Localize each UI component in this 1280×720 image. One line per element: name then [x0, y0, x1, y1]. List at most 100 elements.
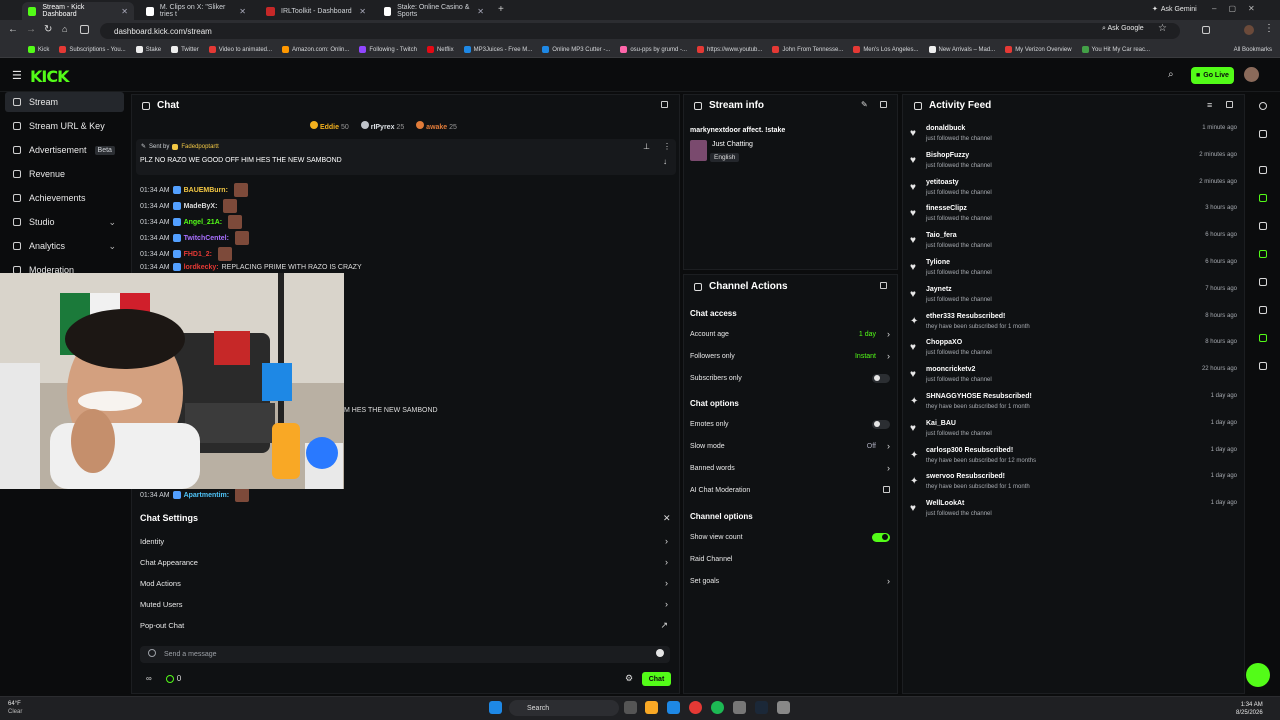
- chat-username[interactable]: Angel_21A:: [184, 219, 223, 226]
- chat-username[interactable]: FHD1_2:: [184, 251, 212, 258]
- info-icon[interactable]: [1256, 99, 1270, 113]
- raid-channel-row[interactable]: Raid Channel: [690, 552, 894, 566]
- ask-gemini-button[interactable]: ✦ Ask Gemini: [1152, 5, 1197, 14]
- banned-words-row[interactable]: Banned words ›: [690, 461, 894, 475]
- chat-send-button[interactable]: Chat: [642, 672, 671, 686]
- new-tab-button[interactable]: +: [498, 4, 504, 15]
- bookmark-item[interactable]: MP3Juices - Free M...: [463, 46, 532, 53]
- chat-setting-identity[interactable]: Identity ›: [140, 534, 670, 548]
- kick-logo[interactable]: KICK: [30, 67, 69, 86]
- chat-setting-muted-users[interactable]: Muted Users ›: [140, 597, 670, 611]
- bookmark-item[interactable]: Following - Twitch: [359, 46, 417, 53]
- sidebar-item-studio[interactable]: Studio ⌄: [5, 212, 124, 232]
- bookmark-item[interactable]: Amazon.com: Onlin...: [282, 46, 349, 53]
- sidebar-item-revenue[interactable]: Revenue: [5, 164, 124, 184]
- windows-start-icon[interactable]: [489, 701, 502, 714]
- show-view-count-toggle[interactable]: [872, 532, 890, 542]
- close-icon[interactable]: ✕: [663, 513, 671, 524]
- edit-icon[interactable]: [1256, 127, 1270, 141]
- bookmark-item[interactable]: You Hit My Car reac...: [1081, 46, 1150, 53]
- bookmark-item[interactable]: Video to animated...: [208, 46, 272, 53]
- reload-icon[interactable]: ↻: [44, 24, 52, 35]
- chrome-icon[interactable]: [689, 701, 702, 714]
- sidebar-item-stream-url-key[interactable]: Stream URL & Key: [5, 116, 124, 136]
- sidebar-item-advertisement[interactable]: Advertisement Beta: [5, 140, 124, 160]
- popout-icon[interactable]: [661, 101, 668, 108]
- bookmark-item[interactable]: Online MP3 Cutter -...: [542, 46, 610, 53]
- edge-icon[interactable]: [667, 701, 680, 714]
- activity-name[interactable]: ether333 Resubscribed!: [926, 313, 1005, 320]
- account-age-row[interactable]: Account age 1 day ›: [690, 327, 894, 341]
- unpin-icon[interactable]: ⊥: [643, 142, 650, 151]
- sidebar-item-stream[interactable]: Stream: [5, 92, 124, 112]
- taskbar-search[interactable]: Search: [509, 700, 619, 716]
- activity-name[interactable]: Tylione: [926, 259, 950, 266]
- bolt-icon[interactable]: [1256, 191, 1270, 205]
- home-icon[interactable]: ⌂: [62, 24, 67, 34]
- window-icon[interactable]: [1256, 303, 1270, 317]
- activity-name[interactable]: carlosp300 Resubscribed!: [926, 447, 1013, 454]
- task-view-icon[interactable]: [624, 701, 637, 714]
- ai-chat-moderation-row[interactable]: AI Chat Moderation: [690, 483, 894, 497]
- ask-google-button[interactable]: ⌕ Ask Google: [1102, 25, 1144, 33]
- chat-setting-pop-out-chat[interactable]: Pop-out Chat ↗: [140, 618, 670, 632]
- chat-message-input[interactable]: Send a message: [140, 646, 670, 663]
- chat-username[interactable]: Apartmentim:: [184, 492, 230, 499]
- chat-username[interactable]: BAUEMBurn:: [184, 187, 228, 194]
- search-icon[interactable]: ⌕: [1168, 69, 1174, 80]
- wrench-icon[interactable]: [1256, 331, 1270, 345]
- bookmark-item[interactable]: New Arrivals – Mad...: [928, 46, 995, 53]
- set-goals-row[interactable]: Set goals ›: [690, 574, 894, 588]
- bookmark-item[interactable]: osu-pps by grumd -...: [620, 46, 687, 53]
- tab-irltoolkit[interactable]: IRLToolkit - Dashboard ✕: [260, 2, 372, 20]
- activity-name[interactable]: ChoppaXO: [926, 339, 962, 346]
- url-field[interactable]: dashboard.kick.com/stream: [100, 23, 1180, 39]
- settings-app-icon[interactable]: [777, 701, 790, 714]
- app-icon[interactable]: [733, 701, 746, 714]
- list-icon[interactable]: [1256, 219, 1270, 233]
- hamburger-menu-icon[interactable]: ☰: [12, 69, 22, 82]
- activity-name[interactable]: yetitoasty: [926, 179, 959, 186]
- chat-setting-mod-actions[interactable]: Mod Actions ›: [140, 576, 670, 590]
- bookmark-item[interactable]: Netflix: [426, 46, 454, 53]
- profile-avatar-icon[interactable]: [1244, 25, 1254, 35]
- steam-icon[interactable]: [755, 701, 768, 714]
- emoji-picker-icon[interactable]: [148, 649, 156, 657]
- bookmark-item[interactable]: Twitter: [171, 46, 199, 53]
- go-live-button[interactable]: ■ Go Live: [1191, 67, 1234, 84]
- sidebar-item-achievements[interactable]: Achievements: [5, 188, 124, 208]
- close-icon[interactable]: ✕: [359, 7, 366, 16]
- user-avatar[interactable]: [1244, 67, 1259, 82]
- followers-only-row[interactable]: Followers only Instant ›: [690, 349, 894, 363]
- window-controls[interactable]: –▢✕: [1212, 4, 1267, 13]
- bookmark-item[interactable]: Men's Los Angeles...: [853, 46, 919, 53]
- popout-icon[interactable]: [1226, 101, 1233, 108]
- menu-kebab-icon[interactable]: ⋮: [1264, 23, 1274, 34]
- slow-mode-row[interactable]: Slow mode Off ›: [690, 439, 894, 453]
- card-icon[interactable]: [1256, 163, 1270, 177]
- chat-setting-chat-appearance[interactable]: Chat Appearance ›: [140, 555, 670, 569]
- file-explorer-icon[interactable]: [645, 701, 658, 714]
- activity-name[interactable]: SHNAGGYHOSE Resubscribed!: [926, 393, 1032, 400]
- subscribers-only-toggle[interactable]: [872, 373, 890, 383]
- activity-name[interactable]: Taio_fera: [926, 232, 957, 239]
- all-bookmarks[interactable]: All Bookmarks: [1234, 47, 1272, 53]
- chat-username[interactable]: MadeByX:: [184, 203, 218, 210]
- help-chat-icon[interactable]: [1246, 663, 1270, 687]
- activity-name[interactable]: WellLookAt: [926, 500, 964, 507]
- popout-icon[interactable]: [880, 282, 887, 289]
- spotify-icon[interactable]: [711, 701, 724, 714]
- extensions-icon[interactable]: [1202, 26, 1210, 34]
- bookmark-item[interactable]: https://www.youtub...: [697, 46, 762, 53]
- activity-name[interactable]: Jaynetz: [926, 286, 952, 293]
- close-icon[interactable]: ✕: [239, 7, 246, 16]
- tab-stake[interactable]: Stake: Online Casino & Sports ✕: [378, 2, 490, 20]
- back-icon[interactable]: ←: [8, 24, 18, 35]
- weather-widget[interactable]: 64°F Clear: [8, 700, 22, 716]
- bookmark-item[interactable]: My Verizon Overview: [1005, 46, 1072, 53]
- bookmark-item[interactable]: Kick: [28, 46, 49, 53]
- chat-rail-icon[interactable]: [1256, 247, 1270, 261]
- tab-kick-dashboard[interactable]: Stream - Kick Dashboard ✕: [22, 2, 134, 20]
- activity-name[interactable]: mooncricketv2: [926, 366, 975, 373]
- chat-username[interactable]: TwitchCentel:: [184, 235, 229, 242]
